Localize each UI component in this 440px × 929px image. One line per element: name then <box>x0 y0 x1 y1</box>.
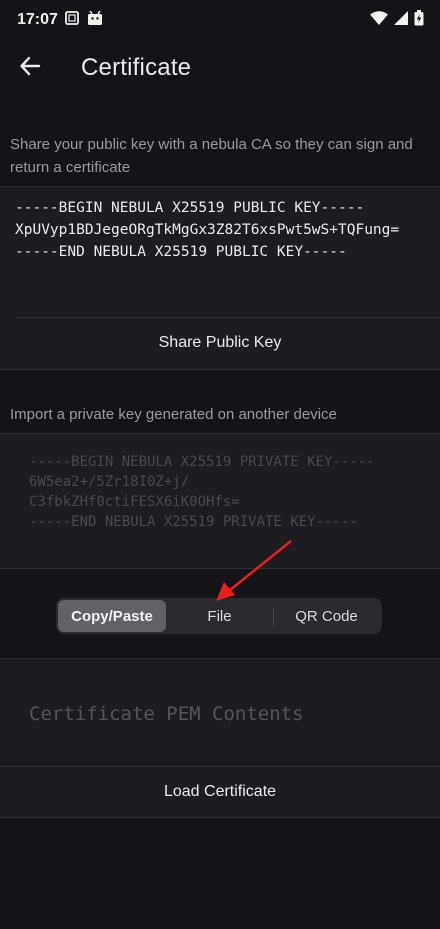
public-key-card: -----BEGIN NEBULA X25519 PUBLIC KEY-----… <box>0 186 440 370</box>
page-title: Certificate <box>81 54 192 81</box>
private-key-card: -----BEGIN NEBULA X25519 PRIVATE KEY----… <box>0 433 440 569</box>
wifi-icon <box>370 10 388 30</box>
public-key-text[interactable]: -----BEGIN NEBULA X25519 PUBLIC KEY-----… <box>15 197 425 263</box>
certificate-card: Certificate PEM Contents Load Certificat… <box>0 658 440 818</box>
app-bar: Certificate <box>0 40 440 96</box>
screenshot-notification-icon <box>64 10 80 31</box>
public-key-description: Share your public key with a nebula CA s… <box>10 136 413 176</box>
file-option[interactable]: File <box>166 600 273 632</box>
private-key-description: Import a private key generated on anothe… <box>10 406 337 423</box>
copy-paste-option[interactable]: Copy/Paste <box>58 600 166 632</box>
back-arrow-icon <box>19 55 41 82</box>
share-public-key-button[interactable]: Share Public Key <box>0 318 440 368</box>
android-notification-icon <box>86 10 104 31</box>
status-time: 17:07 <box>17 11 58 28</box>
back-button[interactable] <box>0 40 60 96</box>
certificate-pem-input[interactable]: Certificate PEM Contents <box>29 703 304 725</box>
import-mode-selector: Copy/Paste File QR Code <box>56 598 382 634</box>
qr-code-option[interactable]: QR Code <box>273 600 380 632</box>
status-bar: 17:07 <box>0 0 440 40</box>
battery-charging-icon <box>414 9 424 31</box>
cell-signal-icon <box>394 10 408 30</box>
private-key-input[interactable]: -----BEGIN NEBULA X25519 PRIVATE KEY----… <box>29 452 429 532</box>
load-certificate-button[interactable]: Load Certificate <box>0 767 440 817</box>
